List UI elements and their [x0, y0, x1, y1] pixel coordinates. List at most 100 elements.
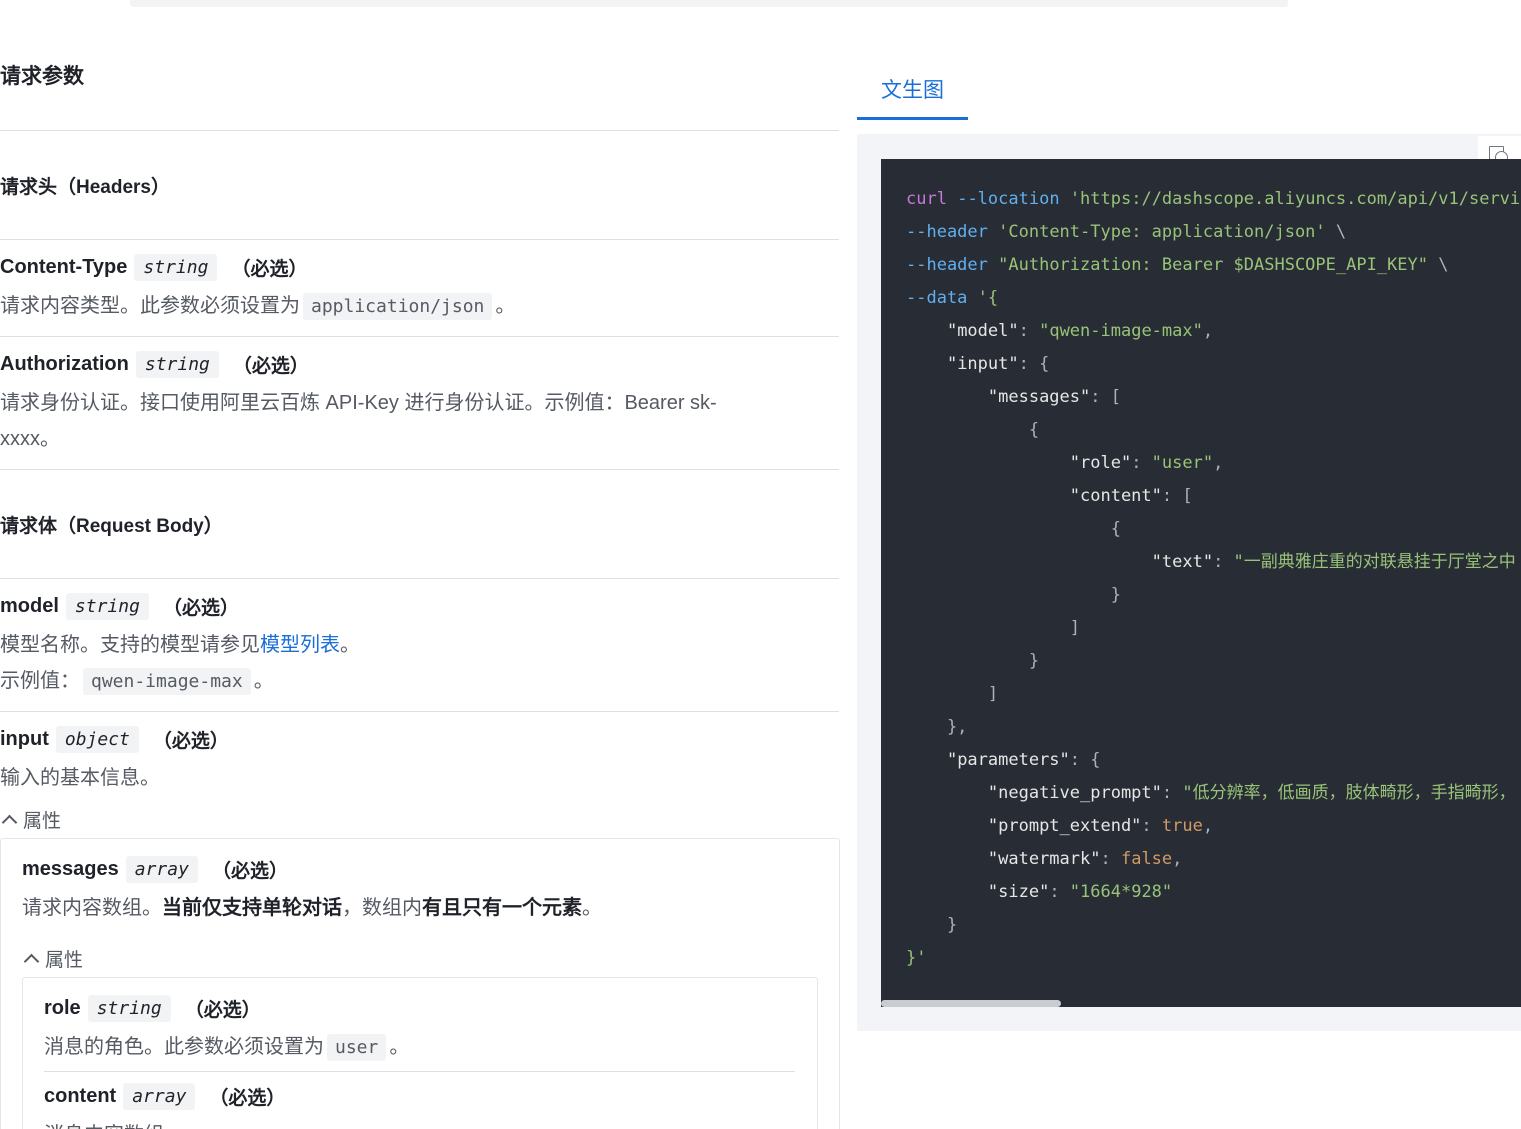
desc-strong: 当前仅支持单轮对话 — [162, 897, 342, 919]
param-name: content — [44, 1085, 117, 1107]
code-line-2: --header 'Content-Type: application/json… — [906, 222, 1347, 242]
code-line-16: ] — [906, 684, 999, 704]
desc-text: 消息的角色。此参数必须设置为 — [44, 1036, 324, 1058]
param-name: model — [0, 595, 59, 617]
param-required: （必选） — [184, 1000, 261, 1021]
param-type: string — [135, 351, 219, 378]
code-line-8: { — [906, 420, 1040, 440]
code-line-24: }' — [906, 948, 927, 968]
param-content: content array （必选） — [44, 1083, 285, 1110]
model-list-link[interactable]: 模型列表 — [260, 634, 340, 656]
messages-properties-toggle[interactable]: 属性 — [22, 945, 83, 972]
code-line-14: ] — [906, 618, 1080, 638]
code-line-1: curl --location 'https://dashscope.aliyu… — [906, 189, 1521, 209]
param-desc: 请求内容类型。此参数必须设置为 application/json。 — [0, 288, 515, 325]
desc-text: 。 — [253, 670, 274, 692]
code-line-23: } — [906, 915, 958, 935]
param-desc: 输入的基本信息。 — [0, 767, 160, 789]
code-block: curl --location 'https://dashscope.aliyu… — [881, 159, 1521, 1007]
inline-code: user — [327, 1034, 387, 1061]
param-required: （必选） — [211, 861, 288, 882]
desc-text: 模型名称。支持的模型请参见 — [0, 634, 260, 656]
param-name: input — [0, 728, 49, 750]
param-desc: 消息内容数组。 — [44, 1117, 184, 1129]
code-sample-pane: 文生图 curl --location 'https://dashscope.a… — [857, 0, 1521, 1129]
desc-strong: 有且只有一个元素 — [422, 897, 582, 919]
tab-active-indicator — [857, 117, 968, 120]
param-name: Content-Type — [0, 256, 128, 278]
desc-text: 请求内容类型。此参数必须设置为 — [0, 295, 300, 317]
param-required: （必选） — [152, 731, 229, 752]
section-title-request-params: 请求参数 — [0, 65, 84, 88]
param-desc-line2: xxxx。 — [0, 428, 60, 450]
desc-text: 。 — [340, 634, 360, 656]
param-messages: messages array （必选） — [22, 856, 288, 883]
param-example: 示例值： qwen-image-max。 — [0, 663, 274, 700]
inline-code: qwen-image-max — [83, 668, 251, 695]
divider — [44, 1071, 795, 1072]
chevron-up-icon — [1, 814, 18, 831]
example-label: 示例值： — [0, 670, 80, 692]
param-required: （必选） — [209, 1088, 286, 1109]
param-type: string — [134, 254, 218, 281]
code-line-7: "messages": [ — [987, 387, 1121, 407]
desc-text: 。 — [495, 295, 516, 317]
desc-text: 。 — [582, 897, 602, 919]
param-required: （必选） — [232, 356, 309, 377]
toggle-label: 属性 — [45, 950, 84, 971]
input-properties-toggle[interactable]: 属性 — [0, 806, 61, 833]
param-type: string — [65, 593, 149, 620]
code-horizontal-scrollbar[interactable] — [881, 1000, 1061, 1007]
divider — [0, 469, 839, 470]
divider — [0, 578, 839, 579]
code-line-3: --header "Authorization: Bearer $DASHSCO… — [906, 255, 1449, 275]
chevron-up-icon — [23, 953, 40, 970]
code-line-19: "negative_prompt": "低分辨率，低画质，肢体畸形，手指畸形， — [987, 783, 1516, 803]
code-line-18: "parameters": { — [946, 750, 1101, 770]
param-desc-line1: 请求身份认证。接口使用阿里云百炼 API-Key 进行身份认证。示例值：Bear… — [0, 392, 717, 414]
section-title-headers: 请求头（Headers） — [0, 177, 170, 198]
param-input: input object （必选） — [0, 726, 229, 753]
param-desc: 模型名称。支持的模型请参见模型列表。 — [0, 627, 360, 663]
param-type: string — [87, 995, 171, 1022]
code-line-22: "size": "1664*928" — [987, 882, 1173, 902]
desc-text: ，数组内 — [342, 897, 422, 919]
toggle-label: 属性 — [23, 811, 62, 832]
code-lines: curl --location 'https://dashscope.aliyu… — [906, 183, 1521, 975]
inline-code: application/json — [303, 293, 493, 320]
doc-content: 请求参数 请求头（Headers） Content-Type string （必… — [0, 0, 840, 1129]
tab-label: 文生图 — [881, 79, 944, 102]
divider — [0, 130, 839, 131]
code-line-21: "watermark": false, — [987, 849, 1183, 869]
param-type: array — [125, 856, 198, 883]
desc-text: 。 — [389, 1036, 410, 1058]
param-desc: 请求内容数组。当前仅支持单轮对话，数组内有且只有一个元素。 — [22, 890, 602, 926]
param-name: messages — [22, 858, 119, 880]
param-type: array — [123, 1083, 196, 1110]
divider — [0, 239, 839, 240]
tab-text-to-image[interactable]: 文生图 — [857, 62, 968, 122]
code-line-5: "model": "qwen-image-max", — [946, 321, 1214, 341]
param-name: role — [44, 997, 81, 1019]
divider — [0, 336, 839, 337]
param-name: Authorization — [0, 353, 129, 375]
param-role: role string （必选） — [44, 995, 261, 1022]
code-line-6: "input": { — [946, 354, 1050, 374]
code-line-9: "role": "user", — [1069, 453, 1224, 473]
section-title-body: 请求体（Request Body） — [0, 516, 223, 537]
code-line-11: { — [906, 519, 1121, 539]
param-type: object — [55, 726, 139, 753]
param-required: （必选） — [231, 259, 308, 280]
code-line-10: "content": [ — [1069, 486, 1193, 506]
code-line-17: }, — [906, 717, 968, 737]
code-line-4: --data '{ — [906, 288, 999, 308]
code-line-15: } — [906, 651, 1040, 671]
code-line-20: "prompt_extend": true, — [987, 816, 1214, 836]
code-line-13: } — [906, 585, 1121, 605]
param-required: （必选） — [162, 598, 239, 619]
param-desc: 消息的角色。此参数必须设置为 user。 — [44, 1029, 409, 1066]
param-content-type: Content-Type string （必选） — [0, 254, 307, 281]
code-line-12: "text": "一副典雅庄重的对联悬挂于厅堂之中 — [1151, 552, 1516, 572]
divider — [0, 711, 839, 712]
param-model: model string （必选） — [0, 593, 239, 620]
